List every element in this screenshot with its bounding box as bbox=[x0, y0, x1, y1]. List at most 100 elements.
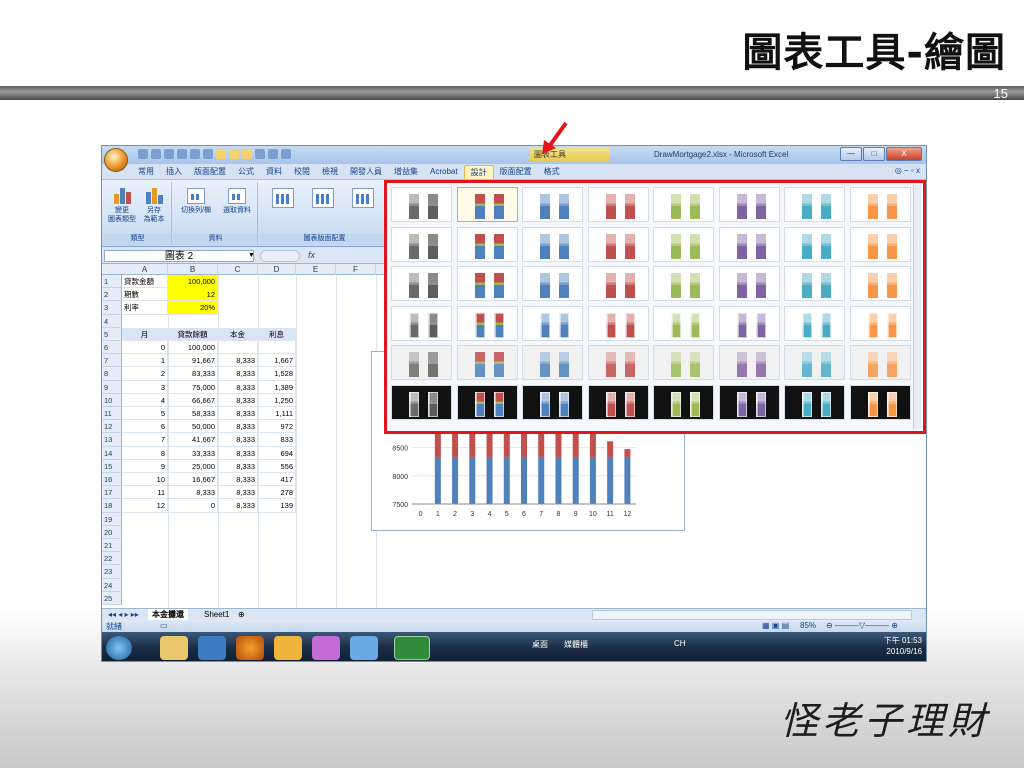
messenger-icon[interactable] bbox=[198, 636, 226, 660]
row-header[interactable]: 2 bbox=[102, 288, 122, 302]
tab-acrobat[interactable]: Acrobat bbox=[424, 165, 464, 179]
tab-format[interactable]: 格式 bbox=[538, 165, 566, 179]
chart-style-31[interactable] bbox=[784, 305, 845, 341]
table-cell[interactable]: 1,250 bbox=[258, 393, 296, 407]
column-header-E[interactable]: E bbox=[296, 264, 336, 275]
ribbon-window-controls[interactable]: ◎ − ▫ x bbox=[895, 166, 920, 175]
sort-icon[interactable] bbox=[190, 149, 200, 159]
table-cell[interactable]: 1,528 bbox=[258, 367, 296, 381]
chart-style-35[interactable] bbox=[522, 345, 583, 380]
input-method[interactable]: CH bbox=[674, 639, 686, 648]
table-cell[interactable]: 556 bbox=[258, 459, 296, 473]
table-cell[interactable]: 58,333 bbox=[168, 407, 218, 421]
table-header[interactable]: 月 bbox=[122, 327, 168, 341]
select-data-button[interactable]: 選取資料 bbox=[218, 186, 256, 215]
table-cell[interactable]: 8,333 bbox=[218, 393, 258, 407]
zoom-level[interactable]: 85% bbox=[800, 621, 816, 630]
row-header[interactable]: 16 bbox=[102, 473, 122, 487]
table-cell[interactable]: 833 bbox=[258, 433, 296, 447]
chart-style-46[interactable] bbox=[718, 384, 780, 420]
chart-style-34[interactable] bbox=[456, 345, 518, 380]
column-header-D[interactable]: D bbox=[258, 264, 296, 275]
chart-style-20[interactable] bbox=[587, 266, 649, 301]
input-label[interactable]: 貸款金額 bbox=[122, 275, 168, 289]
chart-style-29[interactable] bbox=[653, 305, 714, 341]
chart-style-33[interactable] bbox=[391, 345, 452, 380]
table-cell[interactable]: 33,333 bbox=[168, 446, 218, 460]
column-header-A[interactable]: A bbox=[122, 264, 168, 275]
chart-style-9[interactable] bbox=[391, 226, 452, 262]
table-cell[interactable]: 8,333 bbox=[218, 446, 258, 460]
chart-style-32[interactable] bbox=[849, 305, 911, 341]
chart-style-13[interactable] bbox=[653, 226, 714, 262]
table-header[interactable]: 本金 bbox=[218, 327, 258, 341]
table-cell[interactable]: 1 bbox=[122, 354, 168, 368]
row-header[interactable]: 20 bbox=[102, 525, 122, 539]
table-cell[interactable]: 66,667 bbox=[168, 393, 218, 407]
input-label[interactable]: 期數 bbox=[122, 288, 168, 302]
table-cell[interactable]: 8,333 bbox=[218, 354, 258, 368]
table-cell[interactable]: 8,333 bbox=[218, 499, 258, 513]
table-cell[interactable]: 8,333 bbox=[168, 486, 218, 500]
row-header[interactable]: 4 bbox=[102, 314, 122, 328]
row-header[interactable]: 10 bbox=[102, 393, 122, 407]
close-button[interactable]: X bbox=[886, 147, 922, 161]
table-cell[interactable]: 12 bbox=[122, 499, 168, 513]
name-box-dropdown-icon[interactable]: ▼ bbox=[248, 252, 255, 259]
chart-style-8[interactable] bbox=[849, 187, 911, 222]
gallery-scrollbar[interactable] bbox=[913, 185, 921, 429]
row-header[interactable]: 5 bbox=[102, 327, 122, 341]
row-header[interactable]: 19 bbox=[102, 512, 122, 526]
tab-design[interactable]: 設計 bbox=[463, 165, 494, 179]
chart-style-1[interactable] bbox=[391, 187, 452, 222]
table-header[interactable]: 貸款餘額 bbox=[168, 327, 218, 341]
row-header[interactable]: 25 bbox=[102, 591, 122, 605]
tab-insert[interactable]: 插入 bbox=[160, 165, 188, 179]
table-cell[interactable]: 4 bbox=[122, 393, 168, 407]
change-chart-type-button[interactable]: 變更 圖表類型 bbox=[106, 186, 138, 224]
tab-page-layout[interactable]: 版面配置 bbox=[188, 165, 232, 179]
chart-style-15[interactable] bbox=[784, 226, 845, 262]
start-button[interactable] bbox=[106, 636, 132, 660]
chart-style-17[interactable] bbox=[391, 266, 452, 301]
table-cell[interactable]: 8,333 bbox=[218, 420, 258, 434]
table-cell[interactable]: 8 bbox=[122, 446, 168, 460]
chart-style-48[interactable] bbox=[849, 384, 911, 420]
tab-developer[interactable]: 開發人員 bbox=[344, 165, 388, 179]
layout-3-button[interactable] bbox=[348, 186, 378, 210]
row-header[interactable]: 24 bbox=[102, 578, 122, 592]
table-cell[interactable]: 9 bbox=[122, 459, 168, 473]
chart-style-47[interactable] bbox=[784, 384, 845, 420]
table-cell[interactable] bbox=[218, 341, 258, 355]
table-cell[interactable]: 1,389 bbox=[258, 380, 296, 394]
row-header[interactable]: 13 bbox=[102, 433, 122, 447]
chart-style-45[interactable] bbox=[653, 384, 714, 420]
table-cell[interactable]: 8,333 bbox=[218, 486, 258, 500]
chart-style-25[interactable] bbox=[391, 305, 452, 341]
table-cell[interactable] bbox=[258, 341, 296, 355]
chart-style-16[interactable] bbox=[849, 226, 911, 262]
table-cell[interactable]: 7 bbox=[122, 433, 168, 447]
chart-style-26[interactable] bbox=[456, 305, 518, 341]
table-cell[interactable]: 8,333 bbox=[218, 473, 258, 487]
table-cell[interactable]: 41,667 bbox=[168, 433, 218, 447]
table-cell[interactable]: 100,000 bbox=[168, 341, 218, 355]
row-header[interactable]: 3 bbox=[102, 301, 122, 315]
tab-view[interactable]: 檢視 bbox=[316, 165, 344, 179]
table-cell[interactable]: 83,333 bbox=[168, 367, 218, 381]
chart-style-18[interactable] bbox=[456, 266, 518, 301]
table-cell[interactable]: 8,333 bbox=[218, 459, 258, 473]
table-cell[interactable]: 0 bbox=[122, 341, 168, 355]
table-cell[interactable]: 278 bbox=[258, 486, 296, 500]
save-as-template-button[interactable]: 另存 為範本 bbox=[138, 186, 170, 224]
name-box[interactable]: 圖表 2 bbox=[104, 250, 254, 262]
format-icon[interactable] bbox=[255, 149, 265, 159]
row-header[interactable]: 7 bbox=[102, 354, 122, 368]
chart-style-6[interactable] bbox=[718, 187, 780, 222]
row-header[interactable]: 1 bbox=[102, 275, 122, 289]
table-cell[interactable]: 8,333 bbox=[218, 367, 258, 381]
chart-styles-gallery[interactable] bbox=[384, 180, 926, 434]
align-center-icon[interactable] bbox=[229, 149, 239, 159]
table-cell[interactable]: 10 bbox=[122, 473, 168, 487]
table-cell[interactable]: 694 bbox=[258, 446, 296, 460]
